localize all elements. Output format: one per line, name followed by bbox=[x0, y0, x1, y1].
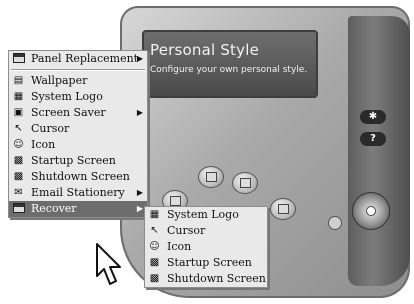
menu-item-icon[interactable]: ☺ Icon bbox=[9, 137, 147, 153]
menu-item-label: Wallpaper bbox=[31, 74, 88, 87]
menu-item-cursor[interactable]: ↖ Cursor bbox=[9, 121, 147, 137]
menu-item-startup-screen[interactable]: ▩ Startup Screen bbox=[9, 153, 147, 169]
submenu-item-cursor[interactable]: ↖ Cursor bbox=[145, 223, 267, 239]
startup-screen-icon: ▩ bbox=[149, 257, 160, 268]
main-menu: Panel Replacement ▶ ▤ Wallpaper ▦ System… bbox=[8, 50, 148, 218]
settings-button[interactable]: ✱ bbox=[360, 110, 386, 124]
window-icon bbox=[240, 178, 251, 188]
cursor-icon: ↖ bbox=[14, 123, 23, 134]
smiley-icon: ☺ bbox=[149, 241, 160, 252]
panel-icon bbox=[12, 53, 25, 64]
panel-round-button-4[interactable] bbox=[270, 198, 296, 220]
screen-saver-icon: ▣ bbox=[13, 107, 24, 118]
menu-item-label: Cursor bbox=[167, 224, 206, 237]
system-logo-icon: ▦ bbox=[13, 91, 24, 102]
window-icon bbox=[170, 196, 181, 206]
menu-item-screen-saver[interactable]: ▣ Screen Saver ▶ bbox=[9, 105, 147, 121]
email-icon: ✉ bbox=[14, 187, 23, 198]
help-button[interactable]: ? bbox=[360, 132, 386, 146]
menu-item-label: Startup Screen bbox=[31, 154, 116, 167]
shutdown-screen-icon: ▩ bbox=[149, 273, 160, 284]
wallpaper-icon: ▤ bbox=[13, 75, 24, 86]
panel-title: Personal Style bbox=[150, 41, 260, 59]
recover-icon bbox=[12, 203, 25, 214]
window-icon bbox=[206, 172, 217, 182]
menu-item-label: Startup Screen bbox=[167, 256, 252, 269]
menu-item-label: Recover bbox=[31, 202, 77, 215]
submenu-item-startup-screen[interactable]: ▩ Startup Screen bbox=[145, 255, 267, 271]
panel-knob[interactable] bbox=[352, 192, 390, 230]
submenu-arrow-icon: ▶ bbox=[136, 54, 143, 63]
submenu-item-shutdown-screen[interactable]: ▩ Shutdown Screen bbox=[145, 271, 267, 287]
menu-item-label: Screen Saver bbox=[31, 106, 106, 119]
panel-round-button-1[interactable] bbox=[198, 166, 224, 188]
menu-item-label: Icon bbox=[167, 240, 192, 253]
menu-item-system-logo[interactable]: ▦ System Logo bbox=[9, 89, 147, 105]
menu-item-label: Cursor bbox=[31, 122, 70, 135]
system-logo-icon: ▦ bbox=[149, 209, 160, 220]
mouse-pointer-icon bbox=[96, 243, 121, 285]
menu-item-label: Shutdown Screen bbox=[167, 272, 266, 285]
panel-round-button-2[interactable] bbox=[232, 172, 258, 194]
menu-item-label: System Logo bbox=[167, 208, 239, 221]
window-icon bbox=[278, 204, 289, 214]
menu-item-shutdown-screen[interactable]: ▩ Shutdown Screen bbox=[9, 169, 147, 185]
submenu-arrow-icon: ▶ bbox=[136, 204, 143, 213]
startup-screen-icon: ▩ bbox=[13, 155, 24, 166]
cursor-icon: ↖ bbox=[150, 225, 159, 236]
shutdown-screen-icon: ▩ bbox=[13, 171, 24, 182]
panel-subtitle: Configure your own personal style. bbox=[150, 65, 308, 75]
menu-item-recover[interactable]: Recover ▶ bbox=[9, 201, 147, 217]
smiley-icon: ☺ bbox=[13, 139, 24, 150]
submenu-item-icon[interactable]: ☺ Icon bbox=[145, 239, 267, 255]
menu-item-label: Email Stationery bbox=[31, 186, 125, 199]
panel-display: Personal Style Configure your own person… bbox=[142, 30, 318, 98]
submenu-arrow-icon: ▶ bbox=[136, 108, 143, 117]
recover-submenu: ▦ System Logo ↖ Cursor ☺ Icon ▩ Startup … bbox=[144, 206, 268, 288]
menu-item-label: Panel Replacement bbox=[31, 52, 139, 65]
menu-item-label: Icon bbox=[31, 138, 56, 151]
menu-item-wallpaper[interactable]: ▤ Wallpaper bbox=[9, 73, 147, 89]
menu-item-email-stationery[interactable]: ✉ Email Stationery ▶ bbox=[9, 185, 147, 201]
menu-item-panel-replacement[interactable]: Panel Replacement ▶ bbox=[9, 51, 147, 67]
menu-item-label: Shutdown Screen bbox=[31, 170, 130, 183]
panel-small-button[interactable] bbox=[328, 216, 342, 230]
submenu-item-system-logo[interactable]: ▦ System Logo bbox=[145, 207, 267, 223]
submenu-arrow-icon: ▶ bbox=[136, 188, 143, 197]
panel-side bbox=[348, 16, 410, 286]
menu-item-label: System Logo bbox=[31, 90, 103, 103]
